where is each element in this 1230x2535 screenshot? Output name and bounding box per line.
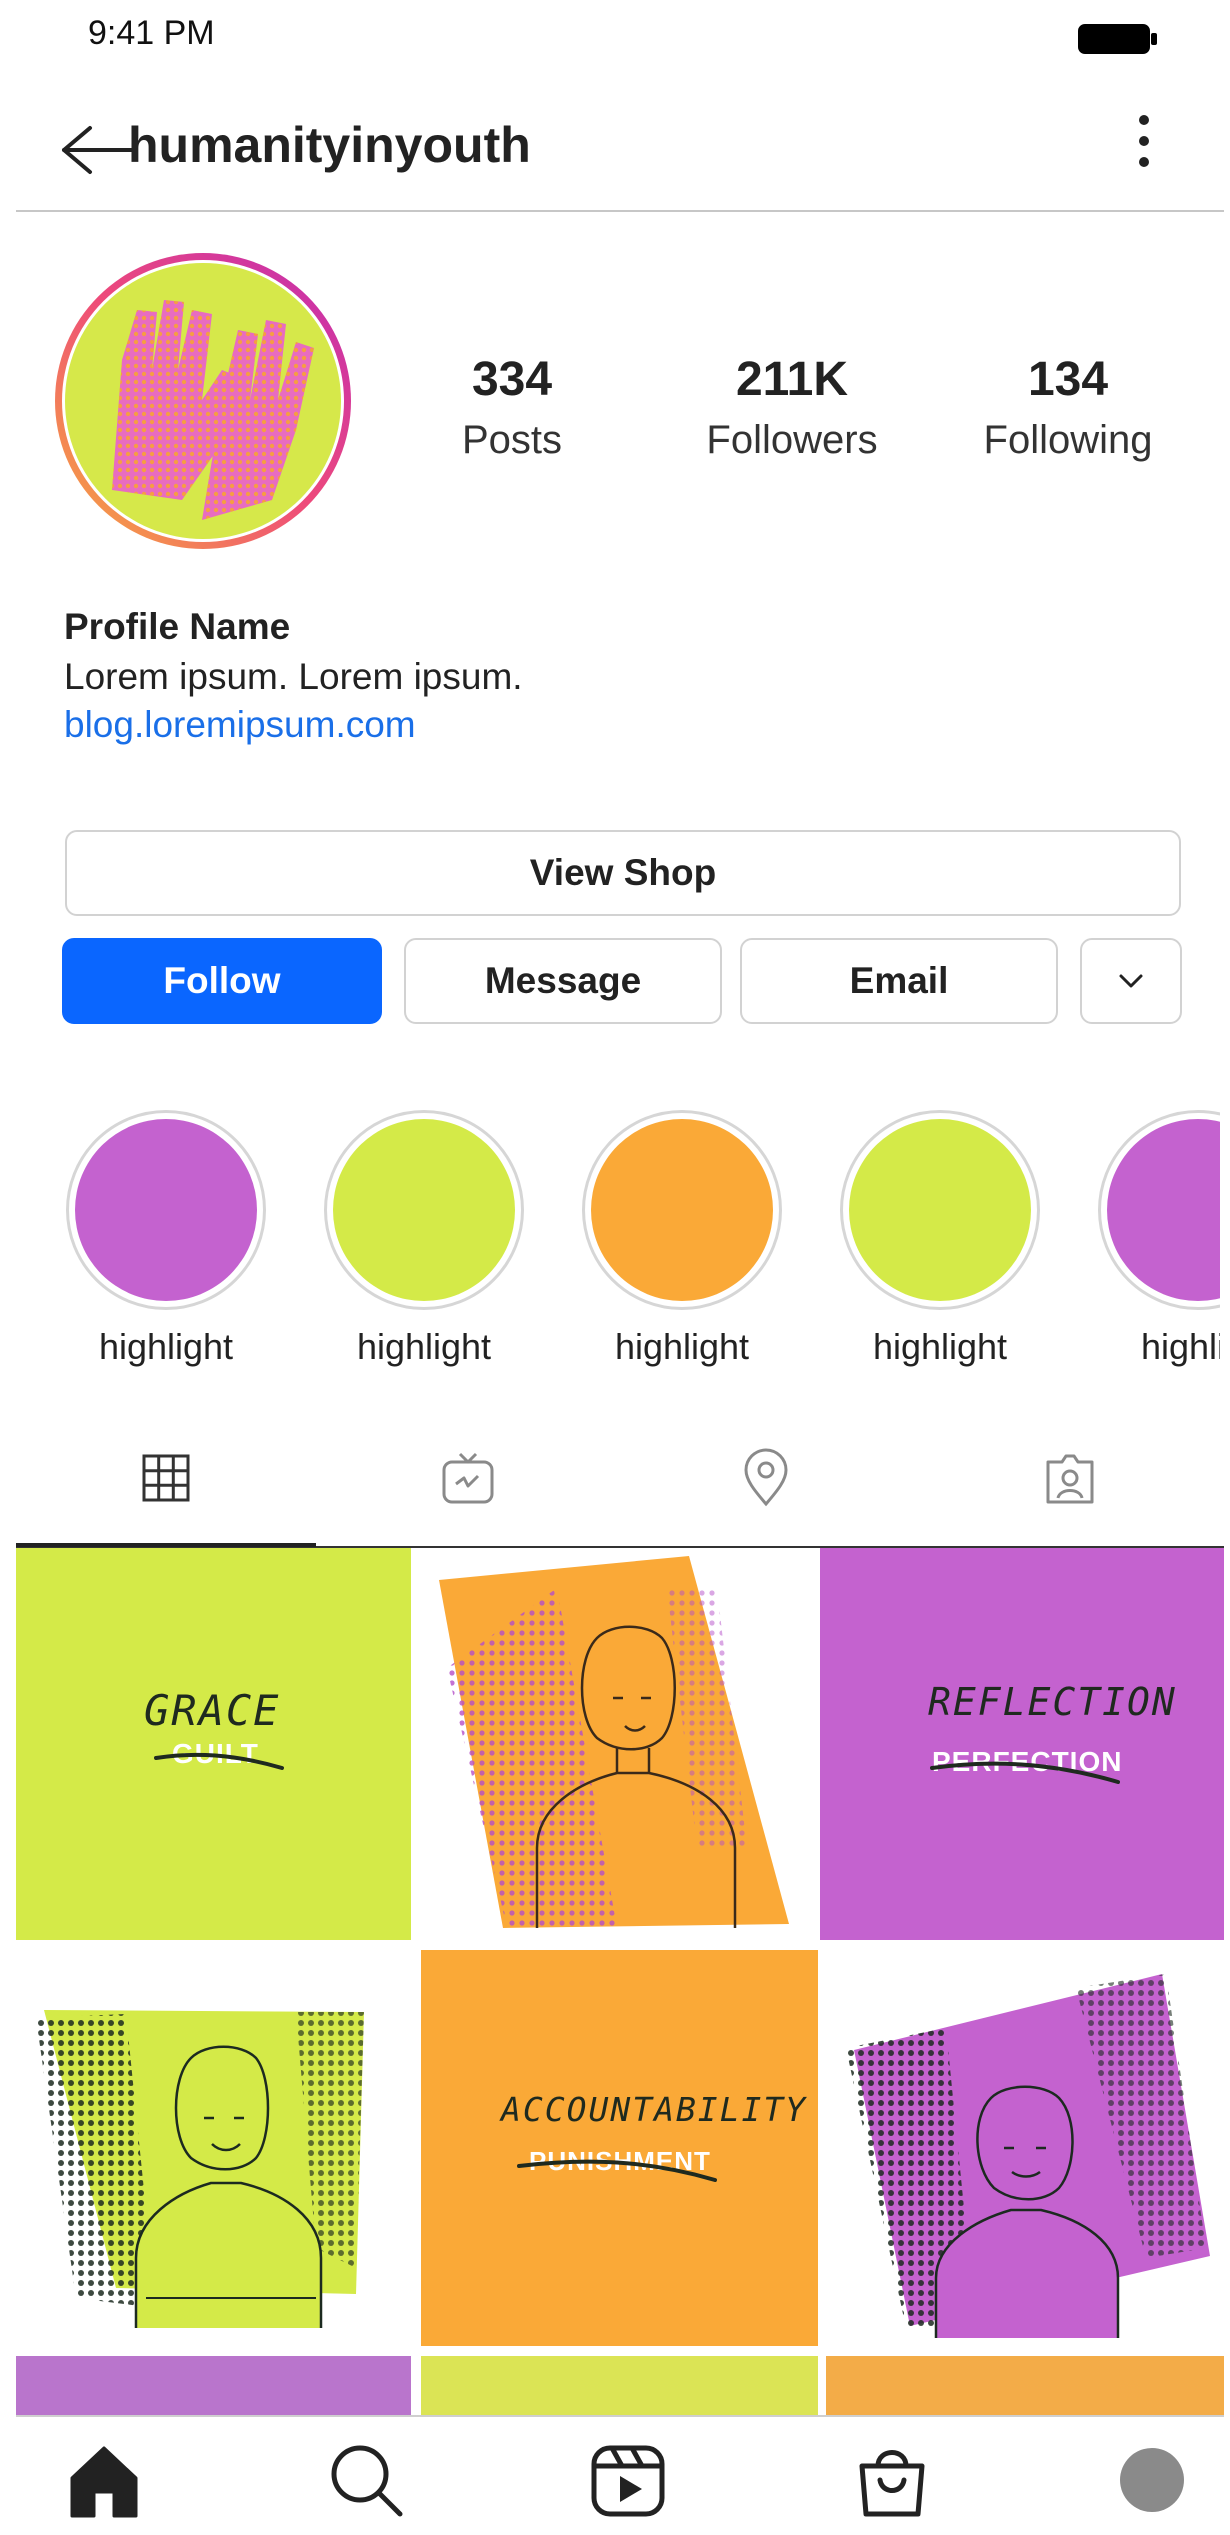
stat-followers-value: 211K — [735, 353, 849, 406]
view-shop-button[interactable]: View Shop — [65, 830, 1181, 916]
strike-line — [517, 2159, 717, 2182]
post-tile-grace[interactable]: GRACE GUILT — [16, 1548, 411, 1940]
stat-posts-label: Posts — [461, 418, 563, 462]
arrow-left-icon[interactable] — [60, 122, 138, 178]
tagged-user-icon[interactable] — [1040, 1448, 1100, 1508]
suggested-dropdown-button[interactable] — [1080, 938, 1182, 1024]
highlight-label: highlight — [1140, 1326, 1220, 1367]
grid-icon[interactable] — [136, 1448, 196, 1508]
highlight-cover — [333, 1119, 515, 1301]
reels-icon[interactable] — [588, 2440, 668, 2520]
bio-text: Lorem ipsum. Lorem ipsum. — [64, 656, 523, 697]
highlight-cover — [75, 1119, 257, 1301]
post-tile-portrait[interactable] — [16, 1948, 411, 2348]
highlight-cover — [849, 1119, 1031, 1301]
post-tile-reflection[interactable]: REFLECTION PERFECTION — [820, 1548, 1224, 1940]
bio-link[interactable]: blog.loremipsum.com — [64, 704, 416, 746]
more-vertical-icon[interactable] — [1126, 112, 1162, 170]
highlight-cover — [1107, 1119, 1220, 1301]
message-button[interactable]: Message — [404, 938, 722, 1024]
story-highlight[interactable] — [324, 1110, 524, 1310]
igtv-icon[interactable] — [438, 1448, 498, 1508]
portrait-illustration — [846, 1974, 1210, 2338]
shop-bag-icon[interactable] — [852, 2440, 932, 2520]
profile-username: humanityinyouth — [128, 117, 531, 173]
bottom-nav-divider — [16, 2415, 1224, 2417]
highlight-label: highlight — [356, 1326, 492, 1367]
stat-posts-value: 334 — [471, 353, 553, 406]
header-divider — [16, 210, 1224, 212]
post-tile-portrait[interactable] — [826, 1948, 1224, 2348]
post-tile-partial[interactable] — [16, 2356, 411, 2416]
story-highlight[interactable] — [66, 1110, 266, 1310]
profile-avatar-icon[interactable] — [1112, 2440, 1192, 2520]
post-tile-partial[interactable] — [421, 2356, 818, 2416]
post-word: ACCOUNTABILITY — [501, 2090, 808, 2129]
highlight-label: highlight — [98, 1326, 234, 1367]
post-tile-portrait[interactable] — [417, 1548, 814, 1940]
post-word: REFLECTION — [928, 1680, 1177, 1724]
follow-button[interactable]: Follow — [62, 938, 382, 1024]
status-time: 9:41 PM — [88, 14, 215, 52]
stat-following-label: Following — [983, 418, 1153, 462]
profile-name: Profile Name — [64, 606, 291, 647]
story-highlight[interactable] — [840, 1110, 1040, 1310]
stat-following-value: 134 — [1027, 353, 1109, 406]
highlight-label: highlight — [872, 1326, 1008, 1367]
email-button[interactable]: Email — [740, 938, 1058, 1024]
search-icon[interactable] — [326, 2440, 406, 2520]
post-word: GRACE — [144, 1686, 281, 1735]
home-icon[interactable] — [64, 2440, 144, 2520]
highlight-label-clip: highlight — [1098, 1326, 1220, 1368]
stat-posts[interactable]: 334 Posts — [392, 356, 632, 463]
stat-following[interactable]: 134 Following — [948, 356, 1188, 463]
story-highlight[interactable] — [582, 1110, 782, 1310]
stat-followers[interactable]: 211K Followers — [672, 356, 912, 463]
strike-line — [930, 1761, 1120, 1784]
story-highlight[interactable] — [1098, 1110, 1220, 1310]
post-tile-accountability[interactable]: ACCOUNTABILITY PUNISHMENT — [421, 1950, 818, 2346]
portrait-illustration — [36, 2010, 364, 2328]
strike-line — [154, 1752, 284, 1770]
highlight-cover — [591, 1119, 773, 1301]
portrait-illustration — [439, 1556, 789, 1928]
battery-full-icon — [1078, 24, 1157, 54]
post-tile-partial[interactable] — [826, 2356, 1224, 2416]
stat-followers-label: Followers — [706, 418, 878, 462]
profile-avatar[interactable] — [52, 250, 354, 552]
active-tab-indicator — [16, 1543, 316, 1547]
highlight-label: highlight — [614, 1326, 750, 1367]
chevron-down-icon — [1119, 974, 1143, 988]
location-pin-icon[interactable] — [736, 1448, 796, 1508]
